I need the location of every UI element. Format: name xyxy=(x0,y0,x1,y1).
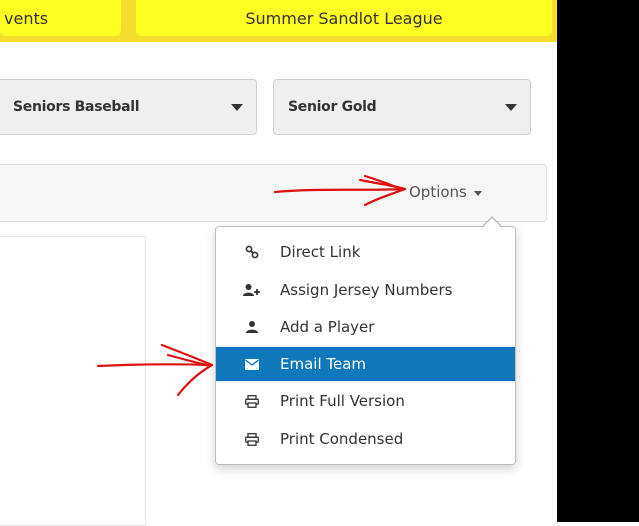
team-select[interactable]: Senior Gold xyxy=(273,79,531,135)
menu-item-label: Assign Jersey Numbers xyxy=(280,281,453,299)
menu-item-label: Email Team xyxy=(280,355,367,373)
envelope-icon xyxy=(242,356,262,372)
tab-events[interactable]: vents xyxy=(0,0,121,36)
menu-item-label: Add a Player xyxy=(280,318,375,336)
tab-summer-label: Summer Sandlot League xyxy=(245,8,443,28)
menu-item-add-player[interactable]: Add a Player xyxy=(216,310,515,344)
offscreen-area xyxy=(557,0,639,522)
menu-pointer-fill xyxy=(482,218,502,228)
options-menu: Direct Link Assign Jersey Numbers Add a … xyxy=(215,226,516,465)
user-plus-icon xyxy=(242,282,262,298)
menu-item-label: Print Condensed xyxy=(280,430,404,448)
division-select-value: Seniors Baseball xyxy=(13,99,140,115)
menu-item-label: Direct Link xyxy=(280,243,361,261)
tab-summer-sandlot-league[interactable]: Summer Sandlot League xyxy=(136,0,552,36)
print-icon xyxy=(242,393,262,409)
caret-down-icon xyxy=(231,104,243,111)
team-select-value: Senior Gold xyxy=(288,99,377,115)
tab-events-label: vents xyxy=(4,8,49,28)
link-icon xyxy=(242,244,262,260)
menu-item-direct-link[interactable]: Direct Link xyxy=(216,235,515,269)
options-label: Options xyxy=(409,183,467,201)
roster-content-box xyxy=(0,236,146,526)
division-select[interactable]: Seniors Baseball xyxy=(0,79,257,135)
menu-item-assign-jersey-numbers[interactable]: Assign Jersey Numbers xyxy=(216,273,515,307)
menu-item-label: Print Full Version xyxy=(280,392,405,410)
menu-item-email-team[interactable]: Email Team xyxy=(216,347,515,381)
print-icon xyxy=(242,431,262,447)
options-dropdown-button[interactable]: Options xyxy=(409,183,482,201)
menu-item-print-full-version[interactable]: Print Full Version xyxy=(216,384,515,418)
caret-down-icon xyxy=(505,104,517,111)
user-icon xyxy=(242,319,262,335)
menu-item-print-condensed[interactable]: Print Condensed xyxy=(216,422,515,456)
caret-down-icon xyxy=(473,190,482,196)
